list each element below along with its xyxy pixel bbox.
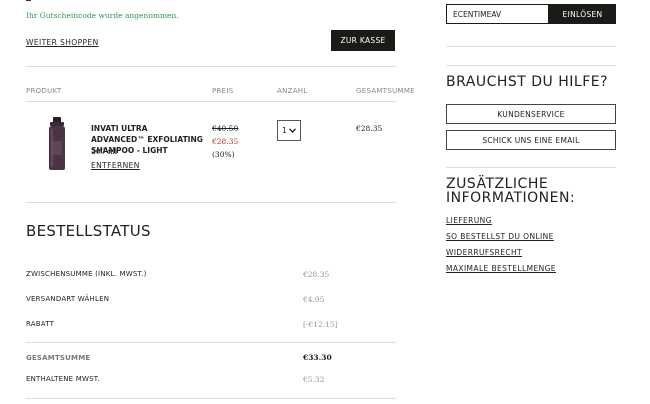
subtotal-label: ZWISCHENSUMME (INKL. MWST.) [26,270,147,278]
withdrawal-right-link[interactable]: WIDERRUFSRECHT [446,248,522,257]
header-quantity: ANZAHL [277,87,308,95]
order-status-title: BESTELLSTATUS [26,222,151,240]
grand-total-value: €33.30 [303,353,332,362]
divider [26,101,396,102]
coupon-code-input[interactable]: ECENTIMEAV [446,4,549,24]
remove-item-link[interactable]: ENTFERNEN [91,161,140,170]
discount-percent: (30%) [212,150,235,159]
divider [446,167,616,168]
shampoo-bottle-icon [49,117,65,170]
top-divider [26,0,31,1]
divider [26,66,396,67]
redeem-coupon-button[interactable]: EINLÖSEN [549,4,616,24]
max-order-quantity-link[interactable]: MAXIMALE BESTELLMENGE [446,264,556,273]
header-price: PREIS [212,87,234,95]
quantity-select[interactable]: 1 [277,120,301,141]
divider [26,398,396,399]
subtotal-value: €28.35 [303,270,330,279]
email-us-button[interactable]: SCHICK UNS EINE EMAIL [446,130,616,150]
customer-service-button[interactable]: KUNDENSERVICE [446,104,616,124]
additional-info-title: ZUSÄTZLICHE INFORMATIONEN: [446,176,576,206]
continue-shopping-link[interactable]: WEITER SHOPPEN [26,38,99,47]
shipping-value: €4.95 [303,295,325,304]
how-to-order-link[interactable]: SO BESTELLST DU ONLINE [446,232,554,241]
header-total: GESAMTSUMME [356,87,415,95]
divider [26,342,396,343]
original-price: €40.50 [212,124,239,133]
divider [446,46,616,47]
grand-total-label: GESAMTSUMME [26,354,91,362]
product-size: 200 ml [91,147,118,156]
divider [446,65,616,66]
coupon-success-message: Ihr Gutscheincode wurde angenommen. [26,11,179,20]
vat-value: €5.32 [303,375,325,384]
help-title: BRAUCHST DU HILFE? [446,74,609,90]
checkout-button[interactable]: ZUR KASSE [331,30,395,51]
chevron-down-icon [288,128,296,133]
divider [26,202,396,203]
header-product: PRODUKT [26,87,62,95]
discount-label: RABATT [26,320,55,328]
quantity-value: 1 [282,126,287,135]
delivery-link[interactable]: LIEFERUNG [446,216,492,225]
discount-value: [-€12.15] [303,320,338,329]
shipping-label[interactable]: VERSANDART WÄHLEN [26,295,109,303]
vat-label: ENTHALTENE MWST. [26,375,100,383]
sale-price: €28.35 [212,137,239,146]
line-total: €28.35 [356,124,383,133]
